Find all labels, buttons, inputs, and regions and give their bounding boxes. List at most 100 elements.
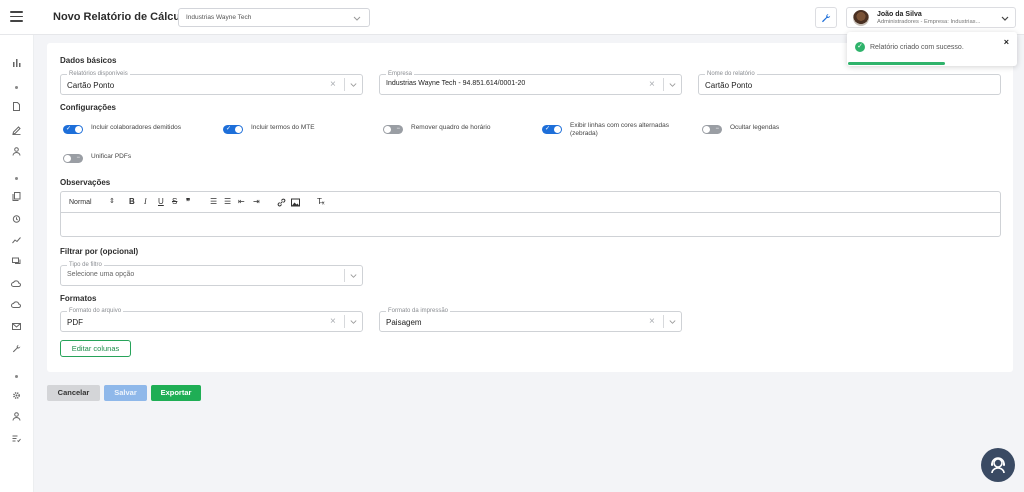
toggle-label: Incluir termos do MTE xyxy=(251,124,315,131)
tools-button[interactable] xyxy=(815,7,837,28)
chevron-down-icon[interactable] xyxy=(349,80,358,89)
select-divider xyxy=(663,78,664,91)
chevron-down-icon xyxy=(353,16,361,21)
italic-icon[interactable]: I xyxy=(144,197,147,207)
sidebar-item-alarm[interactable] xyxy=(10,212,22,224)
clear-icon[interactable]: × xyxy=(649,79,655,90)
indent-decrease-icon[interactable]: ⇤ xyxy=(238,197,245,207)
toggle-unify-pdfs[interactable]: − Unificar PDFs xyxy=(63,153,131,163)
toggle-hide-legends[interactable]: − Ocultar legendas xyxy=(702,124,779,134)
clear-icon[interactable]: × xyxy=(330,79,336,90)
save-button[interactable]: Salvar xyxy=(104,385,147,401)
sidebar-item-dashboard[interactable] xyxy=(10,56,22,68)
sidebar-item-tools[interactable] xyxy=(10,342,22,354)
clear-format-icon[interactable]: T̶ₓ xyxy=(317,197,325,207)
company-select[interactable]: Industrias Wayne Tech xyxy=(178,8,370,27)
cloud-upload-icon xyxy=(11,279,21,287)
underline-icon[interactable]: U xyxy=(158,197,164,207)
link-icon[interactable] xyxy=(277,198,286,207)
close-icon[interactable]: × xyxy=(1004,37,1009,47)
select-divider xyxy=(663,315,664,328)
section-title-basic: Dados básicos xyxy=(60,56,117,65)
reports-select-label: Relatórios disponíveis xyxy=(67,70,130,78)
trend-line-icon xyxy=(11,236,21,243)
chevron-down-icon[interactable] xyxy=(668,80,677,89)
sidebar-item-documents[interactable] xyxy=(10,100,22,112)
user-role: Administradores - Empresa: Industrias... xyxy=(877,19,981,25)
clear-icon[interactable]: × xyxy=(649,316,655,327)
sidebar-separator-dot xyxy=(15,86,18,89)
toggle-label-line2: (zebrada) xyxy=(570,130,598,137)
select-divider xyxy=(344,315,345,328)
sidebar-item-cloud-upload[interactable] xyxy=(10,277,22,289)
chevron-down-icon xyxy=(1001,16,1009,21)
sidebar-item-messages[interactable] xyxy=(10,255,22,267)
sidebar-item-files[interactable] xyxy=(10,190,22,202)
toggle-switch[interactable]: ✓ xyxy=(63,125,83,134)
reports-select-value: Cartão Ponto xyxy=(67,81,115,90)
select-divider xyxy=(344,78,345,91)
chevron-down-icon[interactable] xyxy=(349,317,358,326)
pencil-icon xyxy=(11,125,21,135)
notes-editor[interactable]: Normal ⇕ B I U S ❞ ☰ ☰ ⇤ ⇥ T̶ₓ xyxy=(60,191,1001,237)
ordered-list-icon[interactable]: ☰ xyxy=(210,197,217,207)
select-divider xyxy=(344,269,345,282)
bullet-list-icon[interactable]: ☰ xyxy=(224,197,231,207)
avatar xyxy=(853,10,869,26)
user-menu[interactable]: João da Silva Administradores - Empresa:… xyxy=(846,7,1016,28)
indent-increase-icon[interactable]: ⇥ xyxy=(253,197,260,207)
toggle-include-dismissed[interactable]: ✓ Incluir colaboradores demitidos xyxy=(63,124,181,134)
person-icon xyxy=(12,411,20,421)
file-format-label: Formato do arquivo xyxy=(67,307,124,315)
sidebar-item-mail[interactable] xyxy=(10,320,22,332)
help-chat-button[interactable] xyxy=(981,448,1015,482)
toggle-switch[interactable]: ✓ xyxy=(223,125,243,134)
user-name: João da Silva xyxy=(877,11,922,18)
toggle-zebra-rows[interactable]: ✓ Exibir linhas com cores alternadas (zeb… xyxy=(542,122,669,138)
filter-type-select[interactable]: Tipo de filtro Selecione uma opção xyxy=(60,261,363,286)
sidebar-item-user[interactable] xyxy=(10,410,22,422)
toggle-label: Remover quadro de horário xyxy=(411,124,491,131)
toggle-include-mte[interactable]: ✓ Incluir termos do MTE xyxy=(223,124,315,134)
toggle-remove-schedule[interactable]: − Remover quadro de horário xyxy=(383,124,491,134)
gear-icon xyxy=(12,391,20,399)
edit-columns-button[interactable]: Editar colunas xyxy=(60,340,131,357)
cancel-button[interactable]: Cancelar xyxy=(47,385,100,401)
reports-select[interactable]: Relatórios disponíveis Cartão Ponto × xyxy=(60,70,363,95)
toggle-switch[interactable]: − xyxy=(383,125,403,134)
sidebar xyxy=(0,35,34,492)
toggle-switch[interactable]: ✓ xyxy=(542,125,562,134)
support-agent-icon xyxy=(991,457,1005,474)
chevron-down-icon[interactable] xyxy=(668,317,677,326)
sidebar-item-checklist[interactable] xyxy=(10,432,22,444)
quote-icon[interactable]: ❞ xyxy=(186,197,190,207)
checklist-icon xyxy=(12,435,21,442)
print-format-select[interactable]: Formato da impressão Paisagem × xyxy=(379,307,682,332)
text-style-select[interactable]: Normal xyxy=(69,198,92,208)
updown-icon[interactable]: ⇕ xyxy=(109,197,115,207)
sidebar-item-edit[interactable] xyxy=(10,124,22,136)
sidebar-item-cloud-download[interactable] xyxy=(10,298,22,310)
bold-icon[interactable]: B xyxy=(129,197,135,207)
hamburger-menu-icon[interactable] xyxy=(10,11,23,23)
company-field[interactable]: Empresa Industrias Wayne Tech - 94.851.6… xyxy=(379,70,682,95)
chevron-down-icon[interactable] xyxy=(349,271,358,280)
toggle-switch[interactable]: − xyxy=(63,154,83,163)
sidebar-item-analytics[interactable] xyxy=(10,234,22,246)
export-button[interactable]: Exportar xyxy=(151,385,201,401)
toggle-label: Unificar PDFs xyxy=(91,153,132,160)
toggle-label-line1: Exibir linhas com cores alternadas xyxy=(570,122,669,129)
toggle-switch[interactable]: − xyxy=(702,125,722,134)
sidebar-item-people[interactable] xyxy=(10,145,22,157)
company-field-label: Empresa xyxy=(386,70,415,78)
report-form-card: Dados básicos Relatórios disponíveis Car… xyxy=(47,43,1013,372)
mail-icon xyxy=(11,322,21,330)
strike-icon[interactable]: S xyxy=(172,197,177,207)
file-format-select[interactable]: Formato do arquivo PDF × xyxy=(60,307,363,332)
sidebar-item-settings[interactable] xyxy=(10,389,22,401)
files-icon xyxy=(12,191,20,201)
report-name-input[interactable]: Nome do relatório Cartão Ponto xyxy=(698,70,1001,95)
clear-icon[interactable]: × xyxy=(330,316,336,327)
image-icon[interactable] xyxy=(291,198,300,207)
toggle-label: Exibir linhas com cores alternadas (zebra… xyxy=(570,122,669,138)
